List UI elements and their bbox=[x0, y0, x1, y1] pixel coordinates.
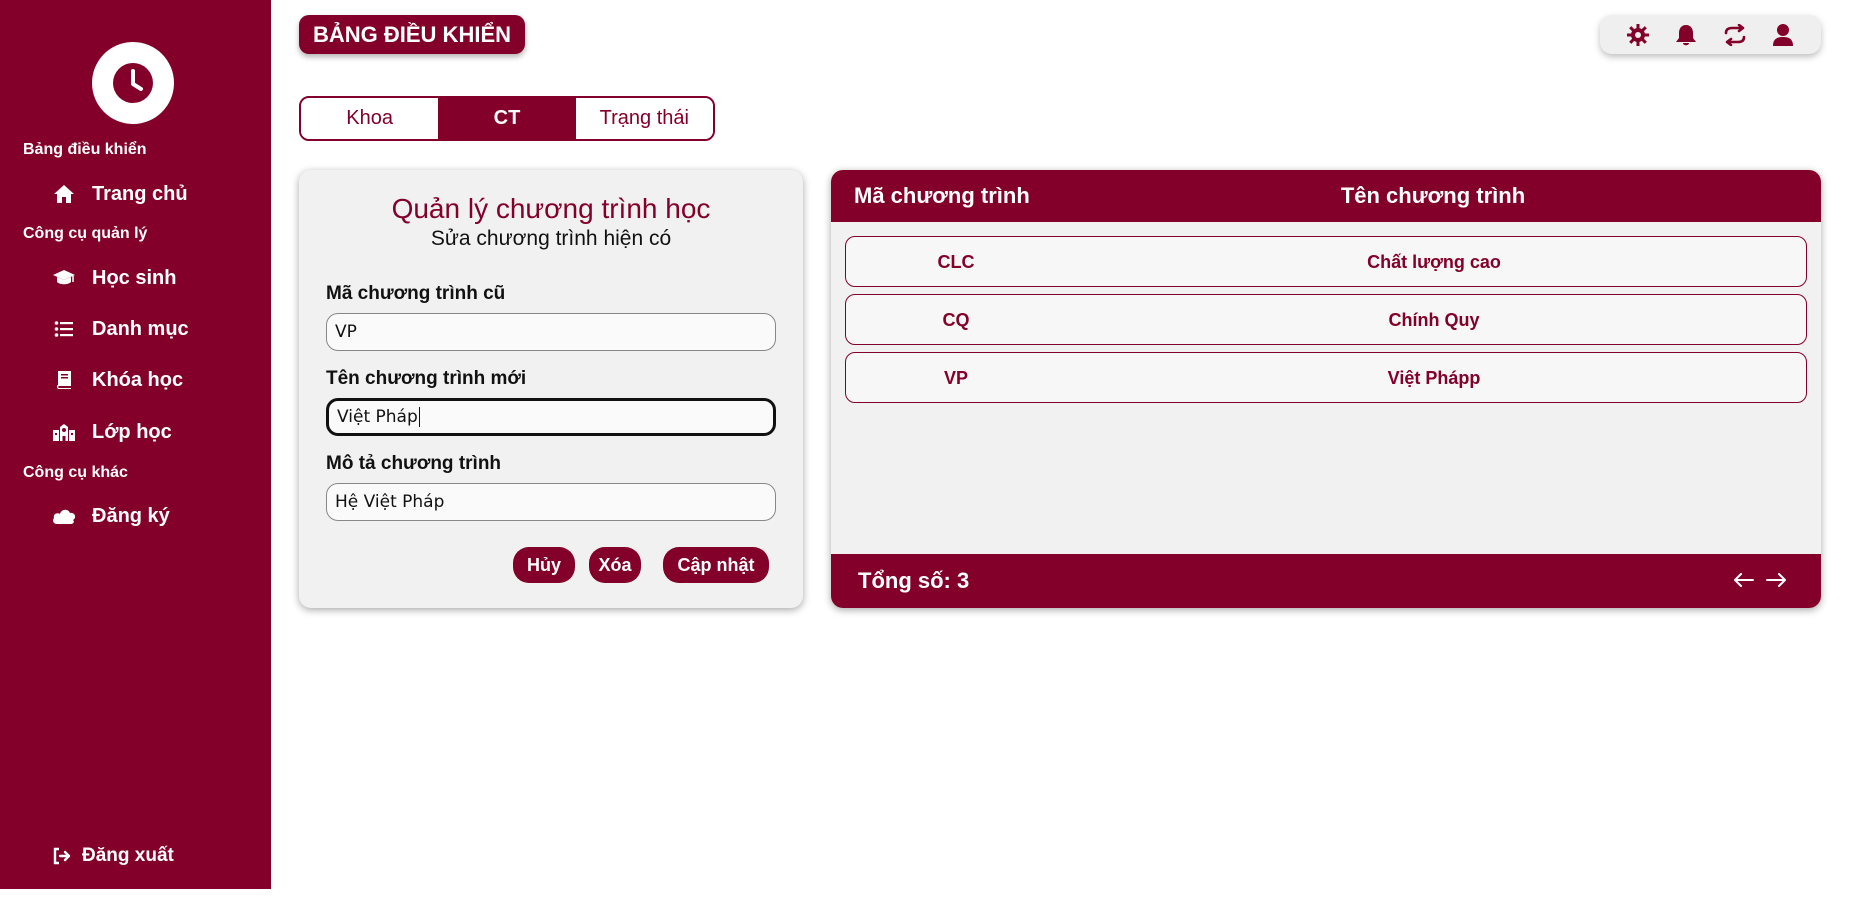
row-code: CQ bbox=[942, 310, 970, 330]
sidebar-item-categories[interactable]: Danh mục bbox=[50, 312, 189, 346]
cancel-button[interactable]: Hủy bbox=[513, 547, 575, 583]
section-other-label: Công cụ khác bbox=[23, 464, 128, 481]
sidebar: Bảng điều khiển Trang chủ Công cụ quản l… bbox=[0, 0, 271, 889]
table-row[interactable]: CLC Chất lượng cao bbox=[845, 236, 1807, 287]
header-toolbar bbox=[1600, 15, 1821, 54]
delete-button[interactable]: Xóa bbox=[589, 547, 641, 583]
section-dashboard-label: Bảng điều khiển bbox=[23, 141, 147, 158]
sidebar-item-classes[interactable]: Lớp học bbox=[50, 415, 172, 449]
table-footer: Tổng số: 3 bbox=[831, 554, 1821, 608]
description-value: Hệ Việt Pháp bbox=[335, 492, 445, 512]
sidebar-item-label: Lớp học bbox=[92, 420, 172, 443]
table-row[interactable]: CQ Chính Quy bbox=[845, 294, 1807, 345]
sidebar-item-label: Khóa học bbox=[92, 368, 184, 391]
table-row[interactable]: VP Việt Phápp bbox=[845, 352, 1807, 403]
refresh-icon[interactable] bbox=[1722, 22, 1748, 48]
graduation-cap-icon bbox=[50, 266, 78, 290]
new-name-value: Việt Pháp bbox=[337, 407, 418, 427]
sidebar-item-label: Học sinh bbox=[92, 266, 177, 289]
total-count: Tổng số: 3 bbox=[858, 568, 970, 593]
row-name: Chất lượng cao bbox=[1367, 252, 1501, 272]
bell-icon[interactable] bbox=[1673, 22, 1699, 48]
logout-icon bbox=[48, 844, 76, 868]
user-icon[interactable] bbox=[1770, 22, 1796, 48]
sidebar-item-label: Đăng ký bbox=[92, 504, 170, 527]
tab-trang-thai[interactable]: Trạng thái bbox=[575, 98, 713, 139]
prev-page-arrow-icon[interactable] bbox=[1732, 568, 1756, 592]
logout-button[interactable]: Đăng xuất bbox=[48, 839, 174, 873]
new-name-input[interactable]: Việt Pháp bbox=[326, 398, 776, 436]
row-code: CLC bbox=[937, 252, 975, 272]
tab-bar: Khoa CT Trạng thái bbox=[299, 96, 715, 141]
home-icon bbox=[50, 182, 78, 206]
logout-label: Đăng xuất bbox=[82, 845, 174, 866]
description-input[interactable]: Hệ Việt Pháp bbox=[326, 483, 776, 521]
sidebar-item-label: Trang chủ bbox=[92, 182, 188, 205]
row-name: Chính Quy bbox=[1388, 310, 1480, 330]
next-page-arrow-icon[interactable] bbox=[1764, 568, 1788, 592]
column-header-name: Tên chương trình bbox=[1340, 183, 1526, 208]
row-code: VP bbox=[943, 368, 968, 388]
row-name: Việt Phápp bbox=[1387, 368, 1481, 388]
tab-khoa[interactable]: Khoa bbox=[301, 98, 439, 139]
clock-logo-icon bbox=[92, 42, 174, 124]
programs-table: Mã chương trình Tên chương trình CLC Chấ… bbox=[831, 170, 1821, 608]
sidebar-item-home[interactable]: Trang chủ bbox=[50, 177, 188, 211]
app-window: Bảng điều khiển Trang chủ Công cụ quản l… bbox=[0, 0, 1860, 899]
section-tools-label: Công cụ quản lý bbox=[23, 225, 148, 242]
update-button[interactable]: Cập nhật bbox=[663, 547, 769, 583]
sidebar-item-label: Danh mục bbox=[92, 317, 189, 340]
edit-program-form: Quản lý chương trình học Sửa chương trìn… bbox=[299, 170, 803, 608]
page-title: BẢNG ĐIỀU KHIỂN bbox=[299, 15, 526, 54]
old-code-value: VP bbox=[335, 322, 357, 342]
sidebar-item-students[interactable]: Học sinh bbox=[50, 261, 176, 295]
description-label: Mô tả chương trình bbox=[326, 453, 502, 474]
sidebar-item-register[interactable]: Đăng ký bbox=[50, 499, 170, 533]
gear-icon[interactable] bbox=[1625, 22, 1651, 48]
new-name-label: Tên chương trình mới bbox=[326, 368, 527, 389]
text-caret bbox=[418, 407, 420, 427]
tab-ct[interactable]: CT bbox=[438, 98, 576, 139]
list-icon bbox=[50, 317, 78, 341]
sidebar-item-courses[interactable]: Khóa học bbox=[50, 363, 183, 397]
table-header: Mã chương trình Tên chương trình bbox=[831, 170, 1821, 222]
column-header-code: Mã chương trình bbox=[854, 183, 1030, 208]
school-icon bbox=[50, 420, 78, 444]
old-code-input[interactable]: VP bbox=[326, 313, 776, 351]
form-title: Quản lý chương trình học bbox=[391, 193, 711, 224]
form-subtitle: Sửa chương trình hiện có bbox=[430, 227, 672, 250]
book-icon bbox=[50, 368, 78, 392]
old-code-label: Mã chương trình cũ bbox=[326, 283, 506, 304]
cloud-icon bbox=[50, 504, 78, 528]
